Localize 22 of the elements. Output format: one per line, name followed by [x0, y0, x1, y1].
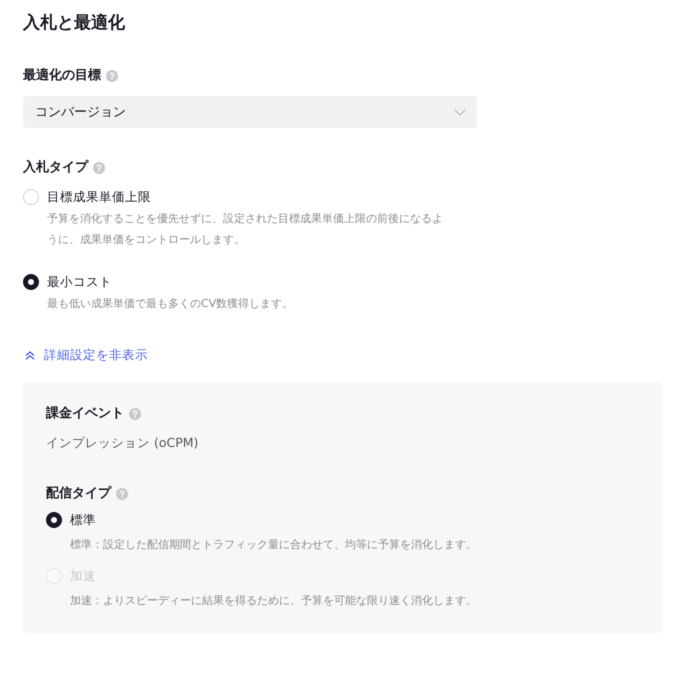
option-label[interactable]: 最小コスト	[47, 271, 112, 293]
help-icon[interactable]	[106, 70, 118, 82]
field-label: 配信タイプ	[46, 484, 111, 503]
billing-event-value: インプレッション (oCPM)	[46, 434, 198, 452]
chevron-down-icon	[454, 108, 466, 116]
option-description: 予算を消化することを優先せずに、設定された目標成果単価上限の前後になるように、成果単価をコントロールします。	[47, 211, 444, 248]
section-title: 入札と最適化	[23, 12, 125, 35]
option-description: 標準：設定した配信期間とトラフィック量に合わせて、均等に予算を消化します。	[70, 537, 477, 553]
help-icon[interactable]	[116, 488, 128, 500]
option-label[interactable]: 標準	[70, 509, 96, 531]
option-label[interactable]: 目標成果単価上限	[47, 186, 151, 208]
option-description: 最も低い成果単価で最も多くのCV数獲得します。	[47, 296, 294, 312]
field-label: 入札タイプ	[23, 158, 88, 177]
help-icon[interactable]	[129, 408, 141, 420]
option-description: 加速：よりスピーディーに結果を得るために、予算を可能な限り速く消化します。	[70, 593, 477, 609]
radio-button[interactable]	[46, 512, 62, 528]
radio-button[interactable]	[23, 274, 39, 290]
field-label: 最適化の目標	[23, 66, 101, 85]
help-icon[interactable]	[93, 162, 105, 174]
field-label: 課金イベント	[46, 405, 124, 423]
advanced-settings-toggle[interactable]: 詳細設定を非表示	[23, 345, 148, 365]
goal-dropdown[interactable]: コンバージョン	[23, 96, 477, 128]
